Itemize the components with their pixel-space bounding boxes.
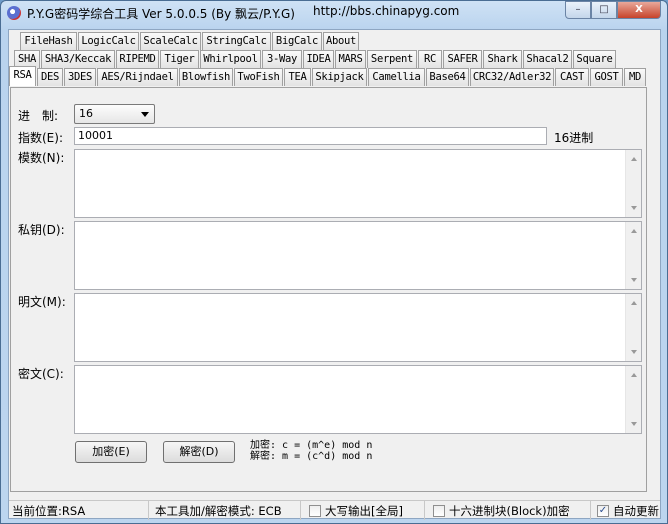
tab-skipjack[interactable]: Skipjack (312, 68, 367, 86)
plaintext-textarea[interactable] (74, 293, 642, 362)
scroll-down-icon (631, 206, 637, 213)
private-key-textarea[interactable] (74, 221, 642, 290)
tab-3-way[interactable]: 3-Way (262, 50, 302, 68)
scrollbar[interactable] (625, 294, 641, 361)
radix-select[interactable]: 16 (74, 104, 155, 124)
tab-serpent[interactable]: Serpent (367, 50, 417, 68)
encrypt-button[interactable]: 加密(E) (75, 441, 147, 463)
tab-rc[interactable]: RC (418, 50, 442, 68)
tab-3des[interactable]: 3DES (64, 68, 96, 86)
hex-block-checkbox[interactable]: 十六进制块(Block)加密 (425, 501, 591, 520)
tab-filehash[interactable]: FileHash (20, 32, 77, 50)
ciphertext-textarea[interactable] (74, 365, 642, 434)
tab-md[interactable]: MD (624, 68, 646, 86)
tab-safer[interactable]: SAFER (443, 50, 482, 68)
scroll-up-icon (631, 154, 637, 161)
status-mode: 本工具加/解密模式: ECB (149, 501, 301, 520)
minimize-button[interactable]: – (565, 1, 591, 19)
tab-cast[interactable]: CAST (555, 68, 589, 86)
plaintext-label: 明文(M): (18, 295, 66, 309)
radix-label: 进 制: (18, 109, 59, 123)
tab-twofish[interactable]: TwoFish (234, 68, 283, 86)
scroll-up-icon (631, 226, 637, 233)
client-area: FileHash LogicCalc ScaleCalc StringCalc BigC… (8, 29, 661, 520)
tab-blowfish[interactable]: Blowfish (179, 68, 233, 86)
tab-crc32-adler32[interactable]: CRC32/Adler32 (470, 68, 554, 86)
encrypt-formula: 加密: c = (m^e) mod n (250, 440, 373, 451)
exponent-input[interactable]: 10001 (74, 127, 547, 145)
tab-scalecalc[interactable]: ScaleCalc (140, 32, 201, 50)
checkbox-icon[interactable] (309, 504, 321, 517)
tab-tea[interactable]: TEA (284, 68, 311, 86)
website-url: http://bbs.chinapyg.com (313, 4, 460, 18)
decrypt-button[interactable]: 解密(D) (163, 441, 235, 463)
scroll-up-icon (631, 298, 637, 305)
scrollbar[interactable] (625, 366, 641, 433)
tab-stringcalc[interactable]: StringCalc (202, 32, 271, 50)
tab-ripemd[interactable]: RIPEMD (116, 50, 159, 68)
ciphertext-label: 密文(C): (18, 367, 64, 381)
tab-bigcalc[interactable]: BigCalc (272, 32, 322, 50)
title-bar: P.Y.G密码学综合工具 Ver 5.0.0.5 (By 飘云/P.Y.G) (7, 4, 295, 22)
tab-mars[interactable]: MARS (335, 50, 366, 68)
window-title: P.Y.G密码学综合工具 Ver 5.0.0.5 (By 飘云/P.Y.G) (27, 6, 295, 21)
scrollbar[interactable] (625, 150, 641, 217)
tab-whirlpool[interactable]: Whirlpool (200, 50, 261, 68)
scroll-down-icon (631, 278, 637, 285)
rsa-panel: 进 制: 16 指数(E): 10001 16进制 模数(N): 私钥(D): … (10, 87, 647, 492)
status-location: 当前位置:RSA (9, 501, 149, 520)
scroll-down-icon (631, 422, 637, 429)
tab-aes-rijndael[interactable]: AES/Rijndael (97, 68, 178, 86)
status-bar: 当前位置:RSA 本工具加/解密模式: ECB 大写输出[全局] 十六进制块(B… (9, 500, 660, 520)
scroll-up-icon (631, 370, 637, 377)
exponent-suffix: 16进制 (554, 131, 594, 145)
chevron-down-icon (141, 112, 149, 121)
app-icon (7, 6, 21, 20)
scroll-down-icon (631, 350, 637, 357)
modulus-label: 模数(N): (18, 151, 65, 165)
tab-idea[interactable]: IDEA (303, 50, 334, 68)
tab-gost[interactable]: GOST (590, 68, 623, 86)
app-window: P.Y.G密码学综合工具 Ver 5.0.0.5 (By 飘云/P.Y.G) h… (0, 0, 668, 524)
checkbox-icon[interactable] (433, 504, 445, 517)
tab-logiccalc[interactable]: LogicCalc (78, 32, 139, 50)
tab-square[interactable]: Square (573, 50, 616, 68)
tab-camellia[interactable]: Camellia (368, 68, 425, 86)
tab-shacal2[interactable]: Shacal2 (523, 50, 572, 68)
radix-value: 16 (79, 107, 93, 120)
checkbox-checked-icon[interactable]: ✓ (597, 504, 609, 517)
scrollbar[interactable] (625, 222, 641, 289)
exponent-label: 指数(E): (18, 131, 63, 145)
tab-base64[interactable]: Base64 (426, 68, 469, 86)
modulus-textarea[interactable] (74, 149, 642, 218)
tab-sha3-keccak[interactable]: SHA3/Keccak (41, 50, 115, 68)
close-button[interactable]: X (617, 1, 661, 19)
tab-tiger[interactable]: Tiger (160, 50, 199, 68)
uppercase-checkbox[interactable]: 大写输出[全局] (301, 501, 425, 520)
maximize-button[interactable]: □ (591, 1, 617, 19)
tab-about[interactable]: About (323, 32, 359, 50)
decrypt-formula: 解密: m = (c^d) mod n (250, 451, 373, 462)
tab-shark[interactable]: Shark (483, 50, 522, 68)
private-key-label: 私钥(D): (18, 223, 65, 237)
tab-des[interactable]: DES (37, 68, 63, 86)
auto-update-checkbox[interactable]: ✓ 自动更新 (591, 501, 659, 520)
tab-rsa[interactable]: RSA (9, 66, 36, 86)
